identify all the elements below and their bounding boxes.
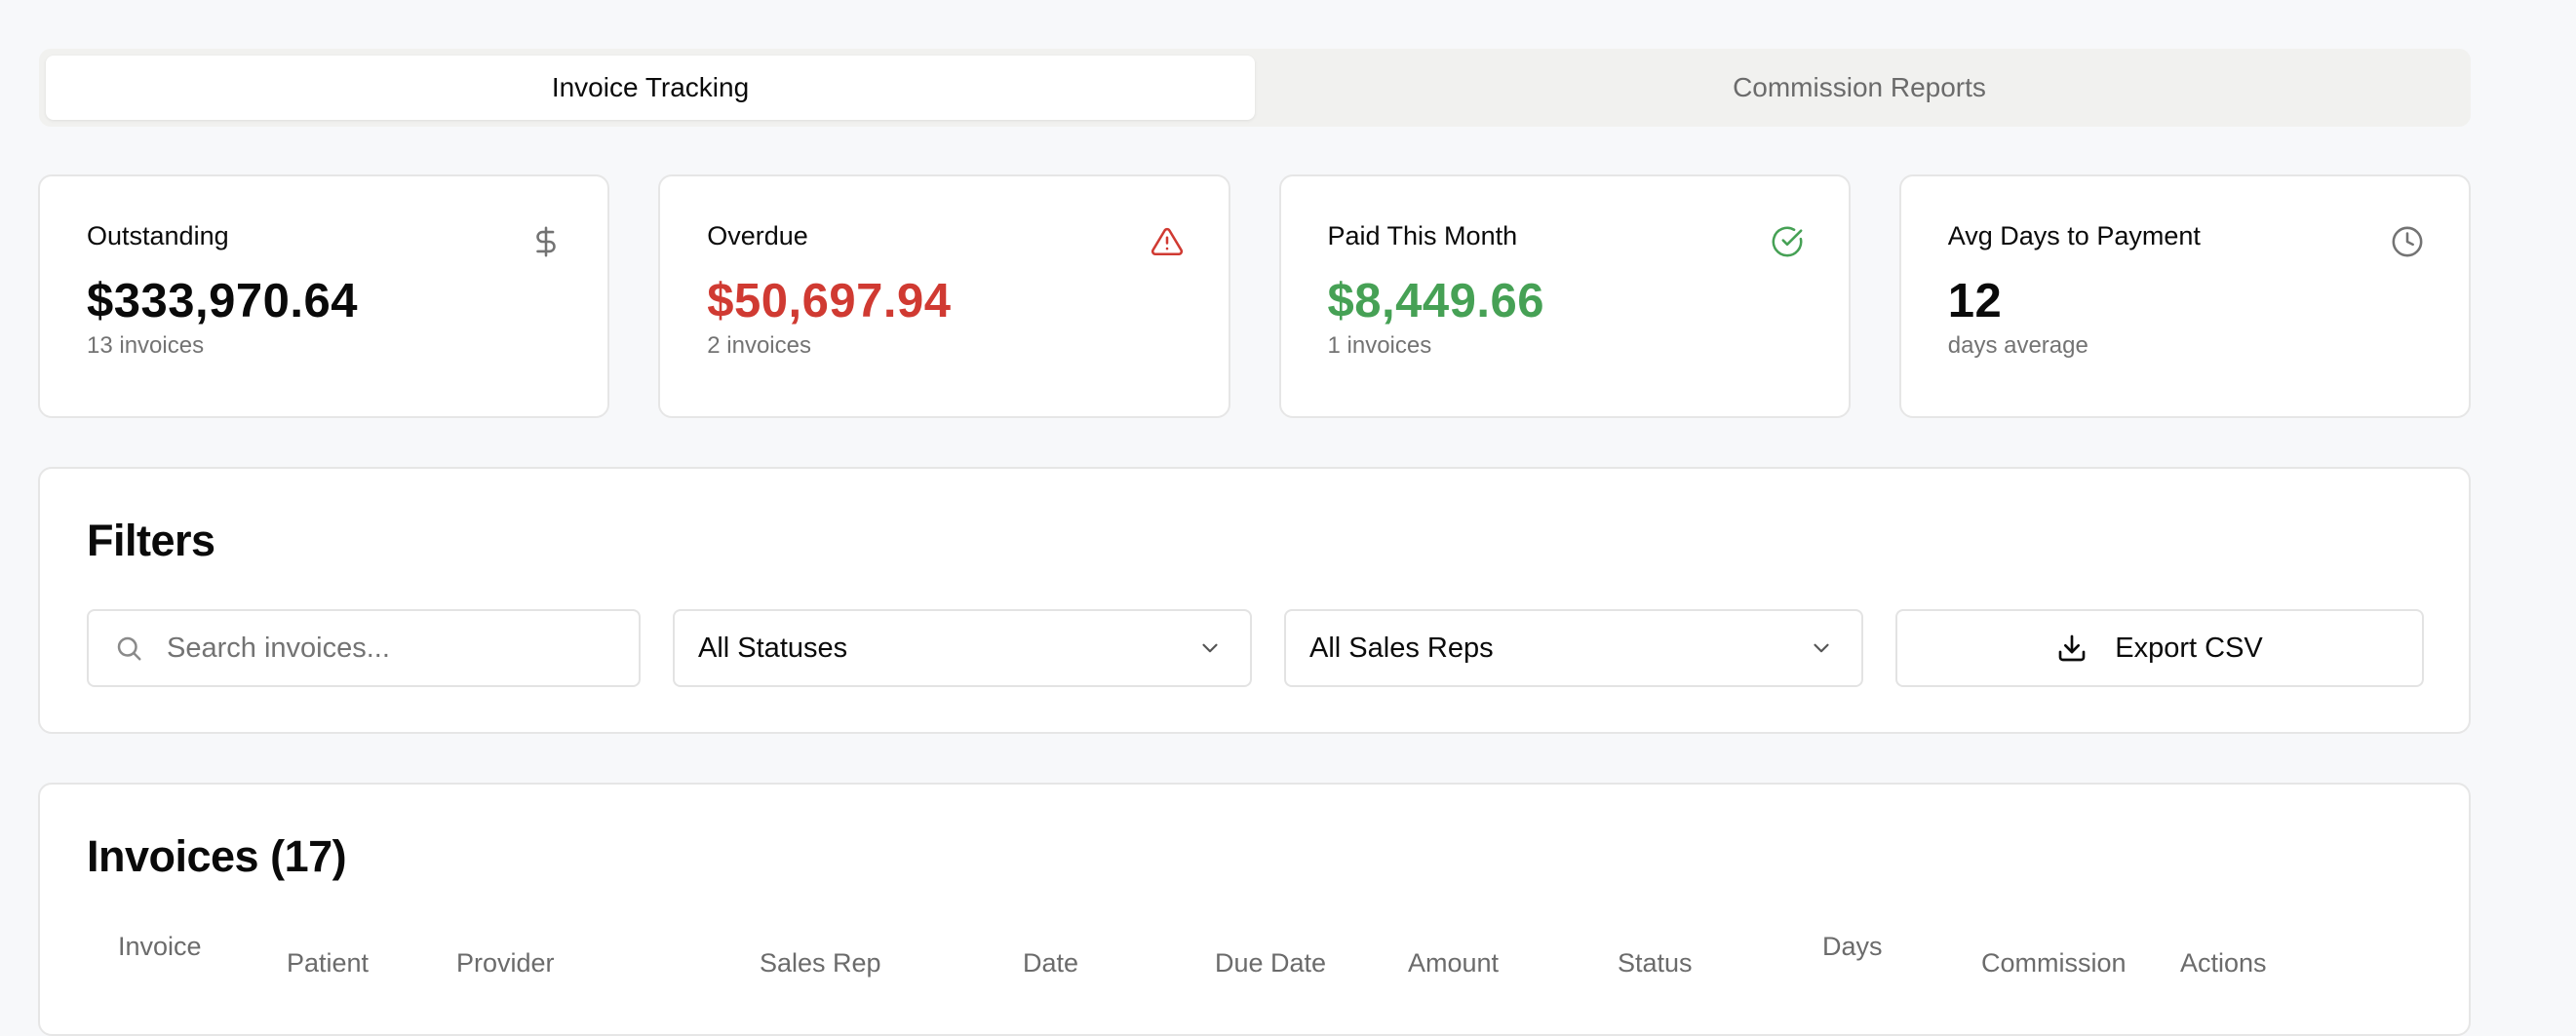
- sales-rep-select[interactable]: All Sales Reps: [1284, 609, 1863, 687]
- column-header-sales-rep[interactable]: Sales Rep: [760, 947, 881, 980]
- stat-value: $50,697.94: [707, 275, 952, 327]
- stat-value: $8,449.66: [1327, 275, 1544, 327]
- filter-row: All Statuses All Sales Reps Export CSV: [87, 609, 2424, 687]
- stat-value: $333,970.64: [87, 275, 358, 327]
- column-header-patient[interactable]: Patient: [287, 947, 369, 980]
- stat-title: Overdue: [707, 221, 808, 250]
- search-input[interactable]: [167, 632, 587, 665]
- tab-bar: Invoice Tracking Commission Reports: [39, 49, 2471, 127]
- status-select[interactable]: All Statuses: [673, 609, 1252, 687]
- clock-icon: [2392, 226, 2423, 257]
- export-csv-button[interactable]: Export CSV: [1895, 609, 2424, 687]
- stat-subtext: 1 invoices: [1327, 332, 1432, 360]
- stat-subtext: days average: [1947, 332, 2088, 360]
- filters-title: Filters: [87, 516, 215, 565]
- column-header-amount[interactable]: Amount: [1408, 947, 1499, 980]
- stat-subtext: 13 invoices: [87, 332, 205, 360]
- export-csv-label: Export CSV: [2115, 632, 2263, 664]
- check-circle-icon: [1772, 226, 1803, 257]
- tab-invoice-tracking[interactable]: Invoice Tracking: [46, 56, 1255, 120]
- invoices-table-header: Invoice Patient Provider Sales Rep Date …: [40, 931, 2469, 989]
- download-icon: [2058, 634, 2086, 662]
- status-select-value: All Statuses: [698, 632, 848, 664]
- stat-card-outstanding: Outstanding $333,970.64 13 invoices: [38, 174, 610, 418]
- stat-card-overdue: Overdue $50,697.94 2 invoices: [658, 174, 1230, 418]
- invoices-title: Invoices (17): [87, 831, 347, 881]
- invoices-panel: Invoices (17) Invoice Patient Provider S…: [38, 783, 2471, 1036]
- stat-value: 12: [1947, 275, 2003, 327]
- stat-title: Outstanding: [87, 221, 229, 250]
- column-header-status[interactable]: Status: [1618, 947, 1693, 980]
- alert-triangle-icon: [1151, 227, 1183, 256]
- column-header-invoice[interactable]: Invoice: [118, 931, 202, 964]
- chevron-down-icon: [1202, 643, 1218, 653]
- stats-cards: Outstanding $333,970.64 13 invoices Over…: [38, 174, 2471, 418]
- chevron-down-icon: [1814, 643, 1829, 653]
- column-header-due-date[interactable]: Due Date: [1215, 947, 1326, 980]
- column-header-date[interactable]: Date: [1023, 947, 1078, 980]
- column-header-actions: Actions: [2180, 948, 2267, 978]
- stat-subtext: 2 invoices: [707, 332, 811, 360]
- stat-title: Paid This Month: [1327, 221, 1518, 250]
- column-header-days[interactable]: Days: [1822, 931, 1883, 964]
- tab-commission-reports[interactable]: Commission Reports: [1255, 56, 2464, 120]
- column-header-provider[interactable]: Provider: [456, 947, 555, 980]
- sales-rep-select-value: All Sales Reps: [1309, 632, 1494, 664]
- stat-card-avg-days: Avg Days to Payment 12 days average: [1898, 174, 2471, 418]
- stat-card-paid-this-month: Paid This Month $8,449.66 1 invoices: [1278, 174, 1851, 418]
- search-icon: [117, 636, 141, 661]
- filters-panel: Filters All Statuses All Sales Reps: [38, 467, 2471, 734]
- search-field[interactable]: [87, 609, 641, 687]
- stat-title: Avg Days to Payment: [1947, 221, 2201, 250]
- dollar-icon: [536, 226, 556, 257]
- column-header-commission[interactable]: Commission: [1981, 947, 2127, 980]
